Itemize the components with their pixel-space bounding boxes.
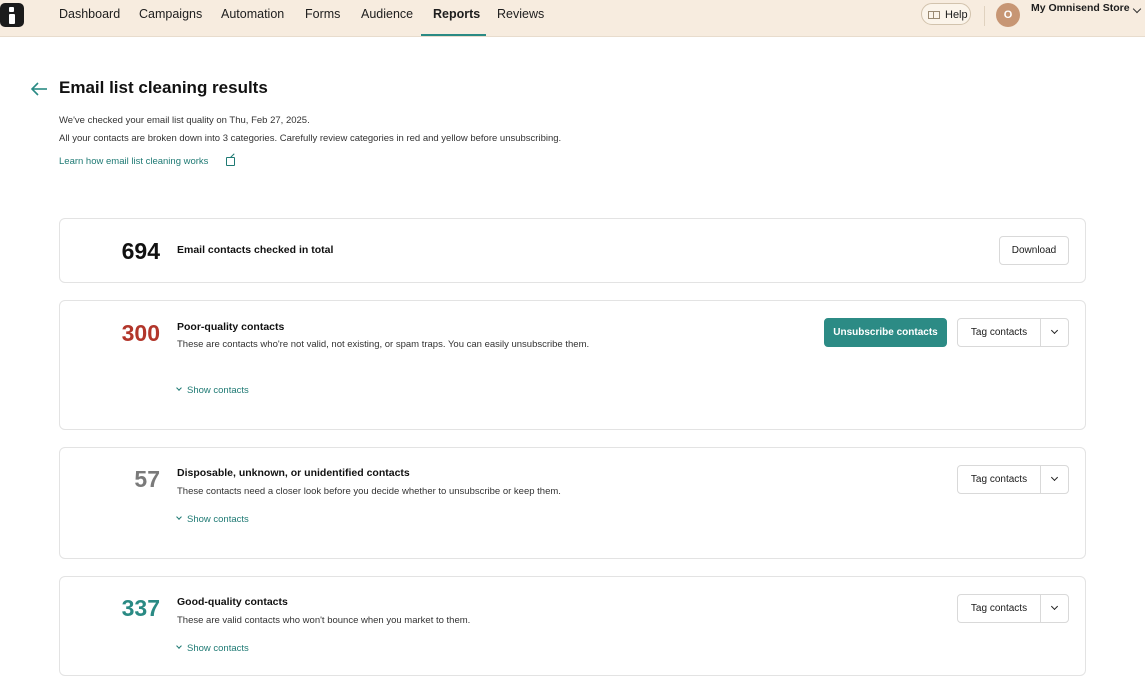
chevron-down-icon[interactable] [1041, 319, 1068, 346]
poor-quality-description: These are contacts who're not valid, not… [177, 339, 590, 350]
nav-reviews[interactable]: Reviews [497, 0, 544, 36]
nav-audience[interactable]: Audience [361, 0, 413, 36]
tag-contacts-button[interactable]: Tag contacts [958, 466, 1040, 493]
good-quality-description: These are valid contacts who won't bounc… [177, 615, 471, 626]
nav-campaigns[interactable]: Campaigns [139, 0, 202, 36]
nav-dashboard[interactable]: Dashboard [59, 0, 120, 36]
good-quality-count: 337 [121, 595, 160, 621]
show-contacts-label: Show contacts [187, 385, 249, 396]
poor-quality-title: Poor-quality contacts [177, 321, 285, 333]
show-contacts-link[interactable]: Show contacts [176, 385, 249, 396]
book-icon [928, 11, 940, 19]
poor-quality-count: 300 [121, 320, 160, 346]
chevron-down-icon[interactable] [1132, 4, 1142, 14]
back-arrow-icon[interactable] [30, 81, 48, 97]
chevron-down-icon [176, 385, 182, 391]
help-button[interactable]: Help [921, 3, 971, 25]
disposable-card: 57 Disposable, unknown, or unidentified … [59, 447, 1086, 559]
tag-contacts-split-button: Tag contacts [957, 318, 1069, 347]
tag-contacts-split-button: Tag contacts [957, 465, 1069, 494]
tag-contacts-button[interactable]: Tag contacts [958, 595, 1040, 622]
learn-more-link[interactable]: Learn how email list cleaning works [59, 156, 208, 167]
chevron-down-icon[interactable] [1041, 466, 1068, 493]
avatar[interactable]: O [996, 3, 1020, 27]
show-contacts-label: Show contacts [187, 514, 249, 525]
nav-automation[interactable]: Automation [221, 0, 284, 36]
nav-reports[interactable]: Reports [433, 0, 480, 36]
divider [984, 6, 985, 26]
summary-card: 694 Email contacts checked in total Down… [59, 218, 1086, 283]
external-link-icon[interactable] [226, 157, 235, 166]
show-contacts-link[interactable]: Show contacts [176, 514, 249, 525]
chevron-down-icon [176, 514, 182, 520]
disposable-description: These contacts need a closer look before… [177, 486, 561, 497]
intro-checked-date: We've checked your email list quality on… [59, 115, 310, 126]
chevron-down-icon [176, 643, 182, 649]
show-contacts-label: Show contacts [187, 643, 249, 654]
active-tab-indicator [421, 34, 486, 36]
disposable-title: Disposable, unknown, or unidentified con… [177, 467, 410, 479]
show-contacts-link[interactable]: Show contacts [176, 643, 249, 654]
help-label: Help [945, 9, 968, 21]
poor-quality-card: 300 Poor-quality contacts These are cont… [59, 300, 1086, 430]
top-navigation-bar: Dashboard Campaigns Automation Forms Aud… [0, 0, 1145, 37]
disposable-count: 57 [134, 466, 160, 492]
good-quality-card: 337 Good-quality contacts These are vali… [59, 576, 1086, 676]
page-title: Email list cleaning results [59, 78, 268, 97]
total-count: 694 [121, 238, 160, 264]
good-quality-title: Good-quality contacts [177, 596, 288, 608]
download-button[interactable]: Download [999, 236, 1069, 265]
nav-forms[interactable]: Forms [305, 0, 340, 36]
chevron-down-icon[interactable] [1041, 595, 1068, 622]
total-label: Email contacts checked in total [177, 244, 334, 256]
omnisend-logo[interactable] [0, 3, 24, 27]
store-name[interactable]: My Omnisend Store [1031, 2, 1130, 14]
unsubscribe-contacts-button[interactable]: Unsubscribe contacts [824, 318, 947, 347]
intro-categories: All your contacts are broken down into 3… [59, 133, 562, 144]
tag-contacts-button[interactable]: Tag contacts [958, 319, 1040, 346]
tag-contacts-split-button: Tag contacts [957, 594, 1069, 623]
